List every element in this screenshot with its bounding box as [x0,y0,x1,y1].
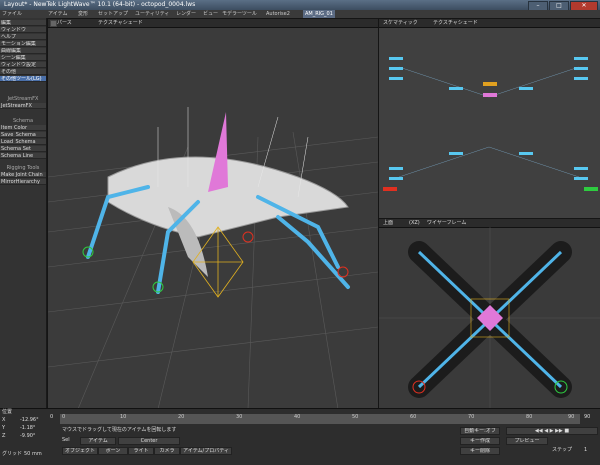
objects-button[interactable]: オブジェクト [62,447,98,455]
timeline-tick: 10 [120,414,127,420]
create-key-button[interactable]: キー作成 [460,437,500,445]
grid-value: 50 mm [24,451,42,457]
left-item-make-joint[interactable]: Make Joint Chain [0,172,46,178]
group-head-jetstream: JetStreamFX [7,96,39,102]
timeline-tick: 60 [410,414,417,420]
left-item-mirror[interactable]: MirrorHierarchy [0,179,46,185]
cameras-button[interactable]: カメラ [154,447,180,455]
schematic-nodes[interactable] [389,57,588,180]
timeline-tick: 0 [62,414,66,420]
left-item-edit[interactable]: 編集 [0,20,46,26]
top-viewport[interactable]: 上面 (XZ) ワイヤーフレーム [378,218,600,410]
current-item-select[interactable]: Center [118,437,180,445]
delete-key-button[interactable]: キー削除 [460,447,500,455]
viewport-menu-icon[interactable] [50,20,57,27]
playback-controls[interactable]: ◀◀ ◀ ▶ ▶▶ ■ [506,427,598,435]
view-type-label[interactable]: パース [57,19,72,27]
top-view-scene [379,227,600,409]
left-item-other[interactable]: その他 [0,69,46,75]
left-item-wsettings[interactable]: ウィンドウ設定 [0,62,46,68]
bones-button[interactable]: ボーン [98,447,128,455]
perspective-scene [48,107,378,409]
coord-y-value[interactable]: -1.18° [20,425,35,432]
schematic-node-red[interactable] [383,187,397,191]
tab-setup[interactable]: セットアップ [98,10,128,18]
auto-key-button[interactable]: 自動キー:オフ [460,427,500,435]
timeline-tick: 30 [236,414,243,420]
timeline-tick: 90 [568,414,575,420]
timeline-tick: 40 [294,414,301,420]
item-type-select[interactable]: アイテム [80,437,116,445]
window-title: Layout* - NewTek LightWave™ 10.1 (64-bit… [4,1,196,8]
schematic-node-green[interactable] [584,187,598,191]
grid-label: グリッド [2,451,23,457]
timeline-tick: 70 [468,414,475,420]
horn-bone[interactable] [208,112,228,192]
timeline-tick: 80 [526,414,533,420]
coord-y-label: Y [2,425,6,431]
group-head-rigging: Rigging Tools [6,165,40,171]
left-item-jetstream[interactable]: JetStreamFX [0,103,46,109]
left-item-schema-set[interactable]: Schema Set [0,146,46,152]
item-properties-button[interactable]: アイテム/プロパティ [180,447,232,455]
step-value[interactable]: 1 [584,447,587,454]
schematic-view-label[interactable]: スケマティック [383,19,418,27]
title-bar: Layout* - NewTek LightWave™ 10.1 (64-bit… [0,0,600,11]
left-item-item-color[interactable]: Item Color [0,125,46,131]
ik-goal-red-1[interactable] [242,231,254,243]
preview-button[interactable]: プレビュー [506,437,548,445]
bottom-panel: 位置 X -12.96° Y -1.18° Z -9.90° グリッド 50 m… [0,408,600,465]
tab-autorise[interactable]: Autorise2 [266,10,290,18]
top-view-label[interactable]: 上面 [383,219,393,227]
top-view-mode[interactable]: ワイヤーフレーム [427,219,466,227]
left-item-highlight[interactable]: その他ツール(LG) [0,76,46,82]
left-item-help[interactable]: ヘルプ [0,34,46,40]
tab-utilities[interactable]: ユーティリティ [135,10,169,18]
left-item-motion[interactable]: モーション編集 [0,41,46,47]
selection-label: Sel [62,437,70,443]
schematic-node-orange[interactable] [483,82,497,86]
schematic-viewport[interactable]: スケマティック テクスチャシェード [378,18,600,220]
left-item-save-schema[interactable]: Save_Schema [0,132,46,138]
schematic-node-pink[interactable] [483,93,497,97]
top-view-axis: (XZ) [409,220,420,226]
render-mode-label[interactable]: テクスチャシェード [98,19,143,27]
timeline-tick: 20 [178,414,185,420]
lights-button[interactable]: ライト [128,447,154,455]
tab-items[interactable]: アイテム [48,10,68,18]
group-head-schema: Schema [12,118,34,124]
coord-z-value[interactable]: -9.90° [20,433,35,440]
perspective-viewport[interactable]: パース テクスチャシェード [47,18,379,410]
left-item-window[interactable]: ウィンドウ [0,27,46,33]
timeline-tick: 50 [352,414,359,420]
current-frame[interactable]: 0 [50,414,53,421]
left-item-schema-line[interactable]: Schema Line [0,153,46,159]
tab-am-rig[interactable]: AM_RIG_01 [303,10,335,18]
end-frame[interactable]: 90 [584,414,590,421]
left-toolbar: 編集 ウィンドウ ヘルプ モーション編集 曲線編集 シーン編集 ウィンドウ設定 … [0,18,47,408]
tab-render[interactable]: レンダー [176,10,196,18]
timeline-slider[interactable]: 0 10 20 30 40 50 60 70 80 90 [60,414,580,424]
left-item-load-schema[interactable]: Load_Schema [0,139,46,145]
left-item-scene[interactable]: シーン編集 [0,55,46,61]
coord-x-label: X [2,417,6,423]
coord-z-label: Z [2,433,6,439]
tab-file[interactable]: ファイル [2,10,22,18]
unit-label: 位置 [2,409,13,415]
schematic-mode-label[interactable]: テクスチャシェード [433,19,478,27]
coord-x-value[interactable]: -12.96° [20,417,39,424]
ik-goal-red-2[interactable] [337,266,349,278]
tab-view[interactable]: ビュー [203,10,218,18]
step-label: ステップ [552,447,573,453]
schematic-graph [383,57,598,191]
tab-modify[interactable]: 変形 [78,10,88,18]
left-item-curves[interactable]: 曲線編集 [0,48,46,54]
status-message: マウスでドラッグして現在のアイテムを回転します [62,427,177,433]
target-octahedron[interactable] [192,226,244,298]
tab-modeler-tools[interactable]: モデラーツール [222,10,257,18]
